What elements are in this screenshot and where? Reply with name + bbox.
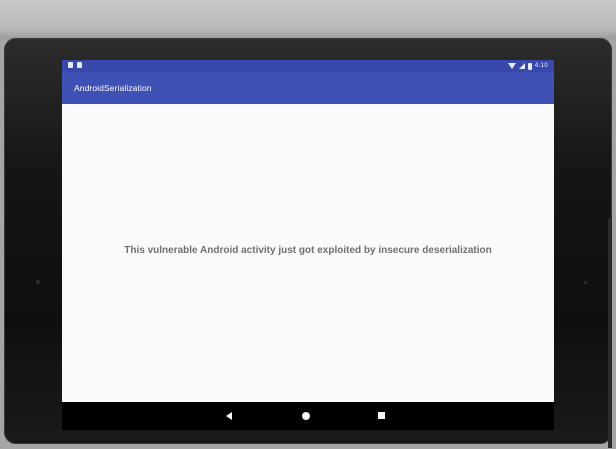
app-bar: AndroidSerialization [62, 72, 554, 104]
notification-icon [68, 62, 73, 68]
status-notifications [68, 62, 82, 68]
home-icon[interactable] [302, 412, 310, 420]
emulator-scene: 4:10 AndroidSerialization This vulnerabl… [0, 0, 616, 449]
battery-icon [527, 62, 532, 70]
status-time: 4:10 [534, 62, 548, 69]
back-icon[interactable] [226, 412, 232, 420]
wifi-icon [507, 63, 516, 69]
activity-content: This vulnerable Android activity just go… [62, 104, 554, 402]
device-screen: 4:10 AndroidSerialization This vulnerabl… [62, 60, 554, 430]
tablet-side-button [608, 218, 612, 448]
signal-icon [518, 63, 525, 69]
recents-icon[interactable] [378, 412, 385, 419]
notification-icon [77, 62, 82, 68]
status-indicators: 4:10 [507, 60, 548, 72]
navigation-bar [62, 402, 554, 430]
right-sensor [584, 281, 587, 284]
app-title: AndroidSerialization [74, 83, 152, 93]
left-sensor [36, 280, 40, 284]
exploit-message: This vulnerable Android activity just go… [124, 244, 492, 256]
status-bar: 4:10 [62, 60, 554, 72]
